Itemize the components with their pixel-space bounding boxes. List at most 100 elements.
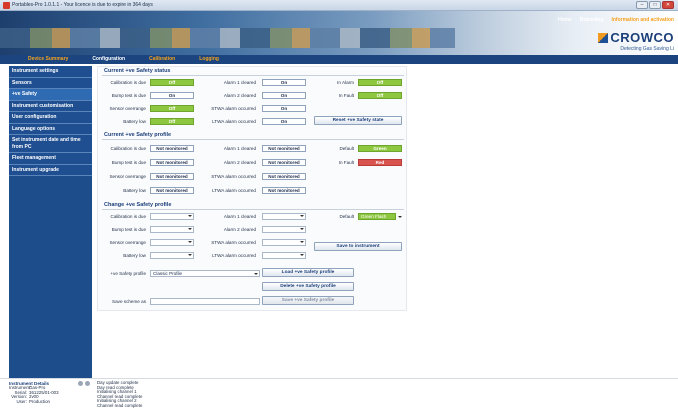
profile-stwa-alarm: Not monitored — [262, 173, 306, 180]
brand-tagline: Detecting Gas Saving Li — [620, 46, 674, 52]
divider — [102, 209, 404, 210]
sidebar-item-instrument-upgrade[interactable]: Instrument upgrade — [9, 164, 92, 176]
calibration-due-dropdown[interactable] — [150, 213, 194, 220]
change-label: Bump test is due — [111, 227, 146, 232]
save-profile-button[interactable]: Save +ve Safety profile — [262, 296, 354, 305]
reset-safety-state-button[interactable]: Reset +ve Safety state — [314, 116, 402, 125]
tab-configuration[interactable]: Configuration — [80, 55, 137, 64]
profile-label: Sensor overrange — [109, 174, 146, 179]
log-line: Channel read complete — [97, 402, 143, 408]
status-in-fault: Off — [358, 92, 402, 99]
sidebar-item-fleet-management[interactable]: Fleet management — [9, 153, 92, 165]
profile-label: Alarm 2 cleared — [223, 160, 256, 165]
sidebar: Instrument settings Sensors +ve Safety I… — [9, 66, 92, 378]
sensor-overrange-dropdown[interactable] — [150, 239, 194, 246]
sidebar-item-ve-safety[interactable]: +ve Safety — [9, 89, 92, 101]
profile-label: Calibration is due — [110, 146, 147, 151]
chevron-down-icon — [188, 241, 192, 243]
chevron-down-icon[interactable] — [254, 273, 258, 275]
stwa-alarm-dropdown[interactable] — [262, 239, 306, 246]
logo-mark-icon — [598, 32, 609, 43]
load-profile-button[interactable]: Load +ve Safety profile — [262, 268, 354, 277]
status-label: LTWA alarm occurred — [212, 119, 256, 124]
chevron-down-icon — [188, 228, 192, 230]
nav-information[interactable]: Information and activation — [611, 17, 674, 23]
change-label: Alarm 1 cleared — [223, 214, 256, 219]
change-label: Battery low — [123, 253, 146, 258]
tab-logging[interactable]: Logging — [187, 55, 231, 64]
maximize-button[interactable]: □ — [649, 1, 661, 9]
chevron-down-icon — [188, 254, 192, 256]
window-controls: – □ ✕ — [636, 1, 674, 9]
status-section-title: Current +ve Safety status — [104, 68, 171, 74]
main-tabs: Device Summary Configuration Calibration… — [0, 55, 678, 64]
profile-sensor-overrange: Not monitored — [150, 173, 194, 180]
status-label: Alarm 2 cleared — [223, 93, 256, 98]
minimize-button[interactable]: – — [636, 1, 648, 9]
app-icon — [3, 2, 10, 9]
sidebar-item-language-options[interactable]: Language options — [9, 123, 92, 135]
profile-alarm2-cleared: Not monitored — [262, 159, 306, 166]
delete-profile-button[interactable]: Delete +ve Safety profile — [262, 282, 354, 291]
status-label: STWA alarm occurred — [211, 106, 256, 111]
brand-name: CROWCO — [610, 30, 674, 45]
tab-device-summary[interactable]: Device Summary — [16, 55, 80, 64]
change-label: Sensor overrange — [109, 240, 146, 245]
status-bump-test-due: On — [150, 92, 194, 99]
chevron-down-icon[interactable] — [398, 216, 402, 218]
nav-reporting[interactable]: Reporting — [580, 17, 604, 23]
profile-ltwa-alarm: Not monitored — [262, 187, 306, 194]
battery-low-dropdown[interactable] — [150, 252, 194, 259]
status-label: In Alarm — [337, 80, 354, 85]
instrument-details: Instrument Details Instrument: Gas-Pro Se… — [9, 381, 92, 414]
close-button[interactable]: ✕ — [662, 1, 674, 9]
sidebar-item-user-configuration[interactable]: User configuration — [9, 112, 92, 124]
disconnect-icon[interactable] — [85, 381, 90, 386]
profile-select-label: +ve Safety profile — [110, 271, 146, 276]
profile-label: LTWA alarm occurred — [212, 188, 256, 193]
window-title: Portables-Pro 1.0.1.1 - Your licence is … — [12, 2, 153, 8]
profile-calibration-due: Not monitored — [150, 145, 194, 152]
change-label: Default — [339, 214, 354, 219]
profile-alarm1-cleared: Not monitored — [262, 145, 306, 152]
divider — [102, 139, 404, 140]
profile-label: Default — [339, 146, 354, 151]
change-label: STWA alarm occurred — [211, 240, 256, 245]
nav-home[interactable]: Home — [558, 17, 572, 23]
sidebar-item-instrument-settings[interactable]: Instrument settings — [9, 66, 92, 78]
status-stwa-alarm: On — [262, 105, 306, 112]
banner-photo-strip — [0, 28, 455, 48]
alarm1-cleared-dropdown[interactable] — [262, 213, 306, 220]
refresh-icon[interactable] — [78, 381, 83, 386]
status-calibration-due: Off — [150, 79, 194, 86]
change-label: LTWA alarm occurred — [212, 253, 256, 258]
bump-test-due-dropdown[interactable] — [150, 226, 194, 233]
sidebar-item-instrument-customisation[interactable]: Instrument customisation — [9, 100, 92, 112]
tab-calibration[interactable]: Calibration — [137, 55, 187, 64]
sidebar-item-set-date-time[interactable]: Set instrument date and time from PC — [9, 135, 92, 153]
brand-logo: CROWCO Detecting Gas Saving Li — [598, 30, 674, 52]
save-scheme-input[interactable] — [150, 298, 260, 305]
profile-select-dropdown[interactable]: Classic Profile — [150, 270, 260, 277]
profile-section-title: Current +ve Safety profile — [104, 132, 172, 138]
status-label: Sensor overrange — [109, 106, 146, 111]
profile-label: Bump test is due — [111, 160, 146, 165]
save-to-instrument-button[interactable]: Save to instrument — [314, 242, 402, 251]
profile-label: STWA alarm occurred — [211, 174, 256, 179]
save-scheme-label: Save scheme as — [112, 299, 146, 304]
detail-row: User: Production — [16, 398, 51, 404]
chevron-down-icon — [300, 254, 304, 256]
status-in-alarm: Off — [358, 79, 402, 86]
header-banner: Home Reporting Information and activatio… — [0, 11, 678, 55]
sidebar-item-sensors[interactable]: Sensors — [9, 77, 92, 89]
profile-default-colour: Green — [358, 145, 402, 152]
default-colour-dropdown[interactable]: Green Flash — [358, 213, 396, 220]
ltwa-alarm-dropdown[interactable] — [262, 252, 306, 259]
top-navigation: Home Reporting Information and activatio… — [558, 17, 674, 23]
change-section-title: Change +ve Safety profile — [104, 202, 172, 208]
alarm2-cleared-dropdown[interactable] — [262, 226, 306, 233]
status-label: Battery low — [123, 119, 146, 124]
profile-label: In Fault — [338, 160, 354, 165]
divider — [102, 75, 404, 76]
chevron-down-icon — [300, 215, 304, 217]
